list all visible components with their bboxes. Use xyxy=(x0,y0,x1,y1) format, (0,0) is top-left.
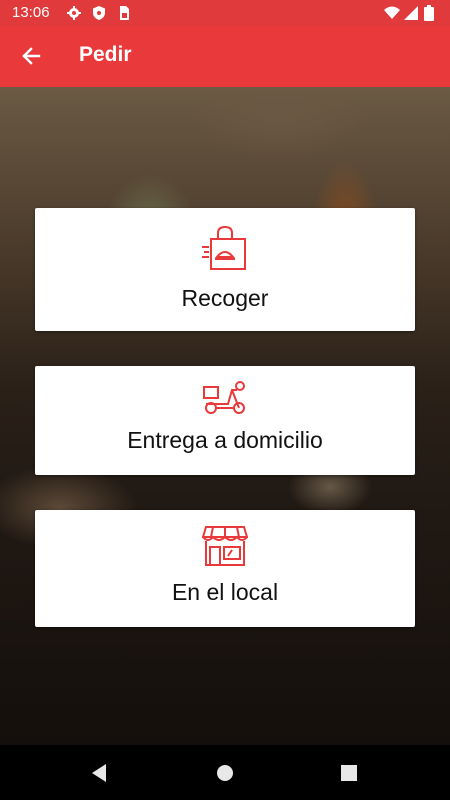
home-circle-icon[interactable] xyxy=(216,763,234,783)
back-button[interactable] xyxy=(14,39,48,73)
wifi-icon xyxy=(384,6,400,19)
dine-in-option-label: En el local xyxy=(171,579,279,605)
gear-icon xyxy=(67,6,81,20)
recents-square-icon[interactable] xyxy=(340,763,358,783)
arrow-left-icon xyxy=(22,47,41,65)
battery-icon xyxy=(424,5,434,21)
status-bar: 13:06 xyxy=(0,0,450,26)
status-time: 13:06 xyxy=(12,4,50,21)
delivery-option-card[interactable]: Entrega a domicilio xyxy=(35,366,415,475)
back-triangle-icon[interactable] xyxy=(90,763,108,783)
takeaway-bag-icon xyxy=(202,225,246,270)
delivery-scooter-icon xyxy=(203,381,245,414)
delivery-option-label: Entrega a domicilio xyxy=(127,427,323,453)
pickup-option-card[interactable]: Recoger xyxy=(35,208,415,331)
dine-in-option-card[interactable]: En el local xyxy=(35,510,415,627)
system-navigation-bar xyxy=(0,745,450,800)
storefront-icon xyxy=(202,526,248,566)
app-bar: Pedir xyxy=(0,26,450,87)
pickup-option-label: Recoger xyxy=(181,285,269,311)
sim-card-icon xyxy=(120,6,129,20)
page-title: Pedir xyxy=(79,43,132,66)
signal-icon xyxy=(404,6,418,20)
shield-icon xyxy=(93,6,105,20)
